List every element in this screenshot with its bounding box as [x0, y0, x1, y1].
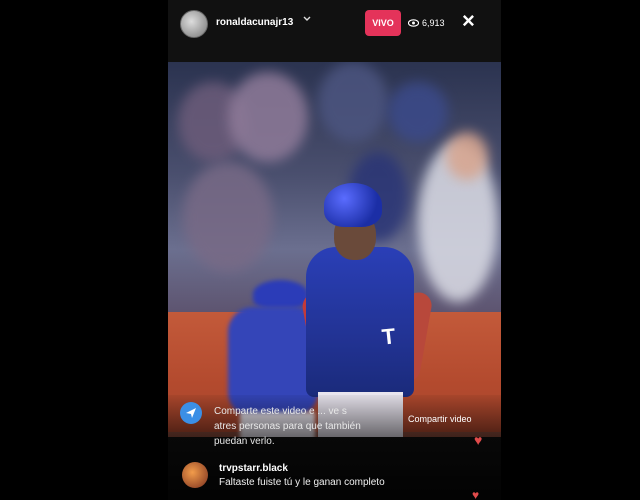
- crowd-blob: [446, 132, 488, 180]
- crowd-blob: [228, 72, 308, 162]
- player-helmet: [253, 280, 308, 308]
- streamer-username[interactable]: ronaldacunajr13: [216, 17, 293, 28]
- comment-text: Faltaste fuiste tú y le ganan completo: [219, 477, 385, 488]
- viewer-count: 6,913: [408, 18, 445, 28]
- close-icon[interactable]: ×: [462, 10, 475, 32]
- heart-icon[interactable]: ♥: [474, 432, 482, 448]
- crowd-blob: [183, 162, 273, 272]
- avatar[interactable]: [180, 10, 208, 38]
- avatar[interactable]: [182, 462, 208, 488]
- heart-icon[interactable]: ♥: [472, 488, 479, 500]
- player-jersey: [306, 247, 414, 397]
- live-badge: VIVO: [365, 10, 401, 36]
- crowd-blob: [388, 82, 448, 142]
- chevron-down-icon[interactable]: [302, 14, 312, 27]
- live-stream-screen: T ronaldacunajr13 VIVO 6,913 × Comparte …: [168, 0, 501, 500]
- jersey-letter: T: [380, 323, 397, 350]
- crowd-blob: [318, 62, 388, 142]
- player-helmet: [324, 183, 382, 227]
- eye-icon: [408, 19, 419, 27]
- stream-header: ronaldacunajr13 VIVO 6,913 ×: [168, 0, 501, 48]
- share-icon[interactable]: [180, 402, 202, 424]
- viewer-count-value: 6,913: [422, 18, 445, 28]
- share-video-button[interactable]: Compartir video: [408, 414, 472, 424]
- live-video[interactable]: T: [168, 62, 501, 437]
- comment-username[interactable]: trvpstarr.black: [219, 463, 288, 474]
- share-prompt-text: Comparte este video e ... ve s atres per…: [214, 406, 361, 447]
